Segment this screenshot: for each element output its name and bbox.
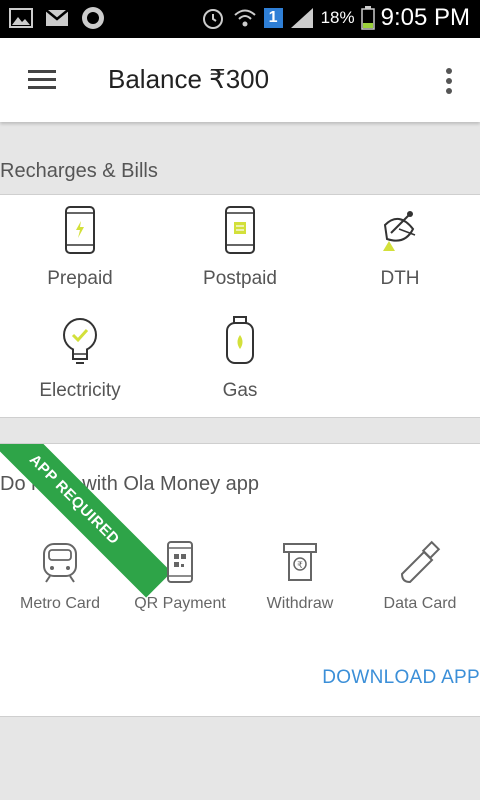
app-data-card[interactable]: Data Card	[360, 540, 480, 613]
recharge-postpaid-label: Postpaid	[203, 268, 277, 289]
circle-app-icon	[82, 7, 104, 29]
bill-electricity[interactable]: Electricity	[0, 315, 160, 402]
notification-count-badge: 1	[263, 8, 283, 28]
gmail-icon	[45, 9, 69, 26]
app-required-card: Do more with Ola Money app APP REQUIRED …	[0, 443, 480, 717]
recharge-dth-label: DTH	[380, 268, 420, 289]
signal-icon	[290, 8, 313, 28]
app-qr-payment-label: QR Payment	[134, 595, 226, 612]
alarm-icon	[202, 9, 223, 29]
recharge-postpaid[interactable]: Postpaid	[160, 205, 320, 290]
prepaid-phone-icon	[65, 206, 95, 254]
status-bar: 1 18% 9:05 PM	[0, 0, 480, 38]
gas-cylinder-icon	[226, 316, 254, 364]
app-metro-card[interactable]: Metro Card	[0, 540, 120, 613]
recharge-dth[interactable]: DTH	[320, 205, 480, 290]
app-metro-card-label: Metro Card	[19, 595, 101, 612]
postpaid-phone-icon	[225, 206, 255, 254]
battery-icon	[360, 6, 375, 30]
bill-gas-label: Gas	[222, 380, 258, 401]
recharge-prepaid-label: Prepaid	[47, 268, 113, 289]
qr-phone-icon	[167, 541, 193, 583]
hamburger-menu-icon[interactable]	[28, 70, 56, 90]
recharge-prepaid[interactable]: Prepaid	[0, 205, 160, 290]
battery-percent: 18%	[320, 8, 355, 27]
svg-text:₹: ₹	[297, 561, 303, 571]
download-app-link[interactable]: DOWNLOAD APP	[322, 667, 480, 689]
bulb-icon	[63, 318, 97, 364]
wifi-icon	[234, 9, 256, 27]
recharges-header-text: Recharges & Bills	[0, 160, 158, 182]
balance-title: Balance ₹300	[108, 64, 270, 94]
bill-electricity-label: Electricity	[39, 380, 121, 401]
app-qr-payment[interactable]: QR Payment	[120, 540, 240, 613]
app-withdraw-label: Withdraw	[266, 595, 334, 612]
gallery-icon	[9, 8, 33, 28]
recharges-grid: Prepaid Postpaid DTH Electricity Gas	[0, 195, 480, 418]
metro-train-icon	[43, 543, 77, 583]
app-bar: Balance ₹300	[0, 38, 480, 122]
dish-antenna-icon	[383, 211, 416, 251]
status-bar-system: 1 18% 9:05 PM	[200, 4, 470, 32]
status-bar-notifications	[8, 6, 106, 30]
app-withdraw[interactable]: ₹ Withdraw	[240, 540, 360, 613]
usb-data-card-icon	[400, 540, 441, 584]
more-vert-icon[interactable]	[446, 68, 452, 98]
clock: 9:05 PM	[380, 4, 470, 31]
bill-gas[interactable]: Gas	[160, 315, 320, 402]
recharges-section-header: Recharges & Bills	[0, 148, 480, 195]
app-data-card-label: Data Card	[383, 595, 457, 612]
atm-withdraw-icon: ₹	[283, 543, 317, 581]
